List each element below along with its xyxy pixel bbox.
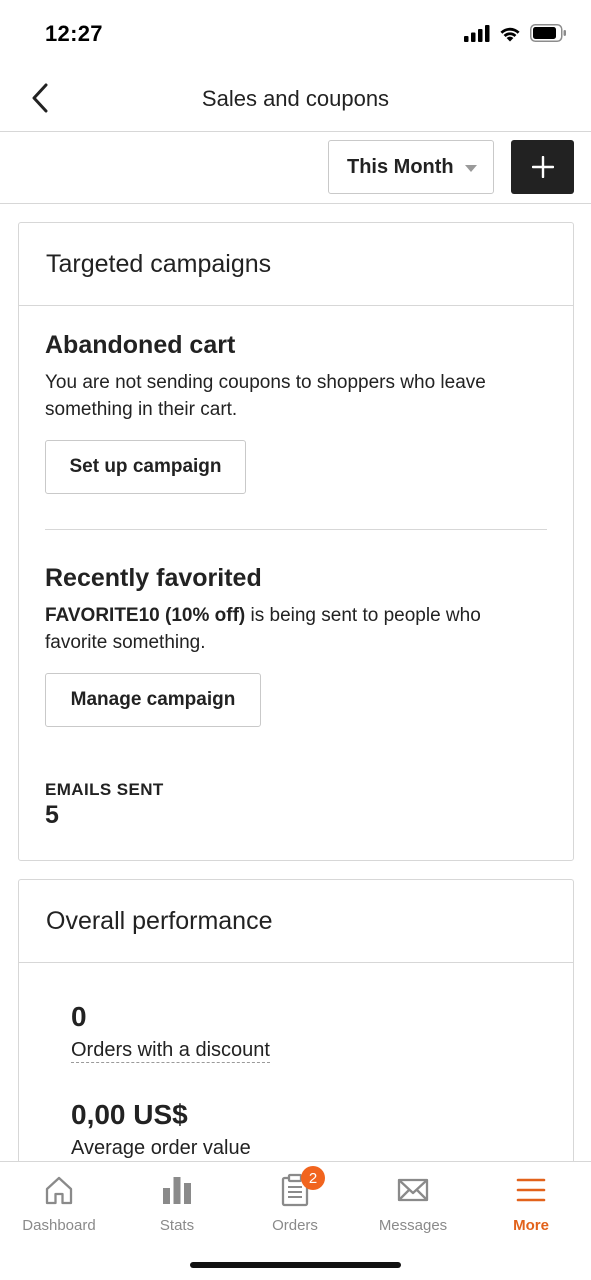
orders-with-discount-value: 0 [71, 1001, 87, 1032]
tab-stats[interactable]: Stats [118, 1170, 236, 1240]
envelope-icon [393, 1170, 433, 1210]
page-title: Sales and coupons [201, 86, 390, 111]
battery-icon [530, 24, 566, 42]
menu-icon [511, 1170, 551, 1210]
home-indicator[interactable] [190, 1262, 401, 1268]
home-icon [39, 1170, 79, 1210]
wifi-icon [500, 27, 520, 41]
bar-chart-icon [157, 1170, 197, 1210]
overall-performance-card: Overall performance 0 Orders with a disc… [18, 879, 574, 1179]
emails-sent-value: 5 [45, 801, 59, 829]
overall-performance-title: Overall performance [19, 880, 573, 963]
status-time: 12:27 [45, 21, 103, 46]
cellular-signal-icon [464, 24, 490, 42]
toolbar: This Month [0, 132, 591, 204]
average-order-value: 0,00 US$ [71, 1099, 188, 1130]
tab-dashboard[interactable]: Dashboard [0, 1170, 118, 1240]
status-icons [464, 24, 567, 42]
status-bar: 12:27 [0, 0, 591, 66]
clipboard-icon: 2 [275, 1166, 325, 1210]
tab-orders[interactable]: 2 Orders [236, 1166, 354, 1240]
set-up-campaign-button[interactable]: Set up campaign [45, 440, 246, 494]
add-button[interactable] [511, 140, 574, 194]
orders-badge: 2 [301, 1166, 325, 1190]
tab-label: Stats [159, 1217, 195, 1234]
manage-campaign-button[interactable]: Manage campaign [45, 673, 261, 727]
abandoned-cart-description: You are not sending coupons to shoppers … [45, 372, 486, 420]
targeted-campaigns-title: Targeted campaigns [19, 223, 573, 306]
caret-down-icon [465, 165, 477, 172]
performance-stats: 0 Orders with a discount 0,00 US$ Averag… [19, 963, 573, 1160]
period-select-label: This Month [347, 155, 454, 178]
abandoned-cart-title: Abandoned cart [45, 331, 236, 359]
tab-label: Dashboard [22, 1217, 96, 1234]
targeted-campaigns-card: Targeted campaigns Abandoned cart You ar… [18, 222, 574, 861]
recently-favorited-section: Recently favorited FAVORITE10 (10% off) … [19, 530, 573, 830]
period-select[interactable]: This Month [328, 140, 494, 194]
tab-label: Orders [272, 1217, 318, 1234]
coupon-code: FAVORITE10 (10% off) [45, 605, 246, 626]
orders-with-discount-label[interactable]: Orders with a discount [71, 1039, 573, 1063]
tab-more[interactable]: More [472, 1170, 590, 1240]
nav-header: Sales and coupons [0, 66, 591, 132]
tab-label: More [513, 1217, 549, 1234]
recently-favorited-title: Recently favorited [45, 564, 262, 592]
average-order-value-label: Average order value [71, 1137, 251, 1159]
recently-favorited-description: FAVORITE10 (10% off) is being sent to pe… [45, 602, 505, 656]
abandoned-cart-section: Abandoned cart You are not sending coupo… [19, 306, 573, 494]
emails-sent-label: EMAILS SENT [45, 780, 164, 799]
plus-icon [531, 156, 554, 178]
tab-label: Messages [378, 1217, 448, 1234]
tab-messages[interactable]: Messages [354, 1170, 472, 1240]
